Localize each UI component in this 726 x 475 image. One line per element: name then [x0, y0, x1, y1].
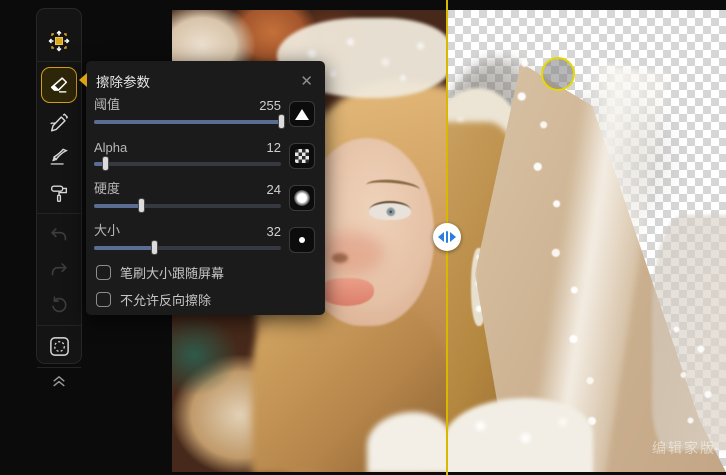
slider-label: 硬度 — [94, 178, 120, 197]
erase-params-panel: 擦除参数 ✕ 阈值 255 Alpha 12 — [86, 61, 325, 315]
compare-divider-handle[interactable] — [433, 223, 461, 251]
app-window: 编辑家版 — [0, 0, 726, 475]
triangle-icon — [289, 101, 315, 127]
slider-track[interactable] — [94, 162, 281, 166]
slider-track[interactable] — [94, 246, 281, 250]
slider-row-threshold: 阈值 255 — [94, 91, 315, 133]
roller-icon — [48, 182, 70, 204]
slider-row-size: 大小 32 — [94, 217, 315, 259]
brush-icon — [48, 147, 70, 169]
close-icon[interactable]: ✕ — [298, 74, 315, 89]
roller-tool-button[interactable] — [41, 177, 77, 208]
chevron-right-icon — [450, 232, 456, 242]
divider-bar-icon — [446, 231, 448, 243]
collapse-toolbar-button[interactable] — [49, 371, 69, 391]
checkbox-brush-size-follow-screen[interactable]: 笔刷大小跟随屏幕 — [94, 259, 315, 286]
slider-row-hardness: 硬度 24 — [94, 175, 315, 217]
chevron-double-up-icon — [49, 376, 69, 391]
slider-track[interactable] — [94, 120, 281, 124]
slider-handle[interactable] — [138, 198, 145, 213]
undo-icon — [48, 224, 70, 246]
subject-lace-shoulder — [447, 398, 593, 472]
brush-tool-button[interactable] — [41, 142, 77, 173]
reset-icon — [48, 294, 70, 316]
slider-handle[interactable] — [278, 114, 285, 129]
checkbox-icon[interactable] — [96, 292, 111, 307]
checkbox-label: 笔刷大小跟随屏幕 — [120, 263, 224, 282]
checkbox-icon[interactable] — [96, 265, 111, 280]
panel-title: 擦除参数 — [96, 71, 150, 91]
undo-button[interactable] — [41, 219, 77, 250]
dot-icon — [289, 227, 315, 253]
move-icon — [47, 29, 71, 53]
subject-cheek — [320, 232, 384, 274]
move-tool-button[interactable] — [41, 25, 77, 56]
slider-label: Alpha — [94, 140, 127, 155]
marquee-tool-button[interactable] — [41, 331, 77, 362]
erased-result-side — [447, 10, 726, 472]
slider-value: 255 — [259, 98, 281, 113]
watermark: 编辑家版 — [652, 438, 716, 458]
toolbar — [36, 8, 82, 364]
redo-icon — [48, 259, 70, 281]
pen-icon — [48, 112, 70, 134]
slider-value: 12 — [267, 140, 281, 155]
slider-value: 24 — [267, 182, 281, 197]
slider-handle[interactable] — [151, 240, 158, 255]
slider-value: 32 — [267, 224, 281, 239]
slider-label: 阈值 — [94, 94, 120, 113]
checkerboard-icon — [289, 143, 315, 169]
eraser-icon — [48, 74, 70, 96]
marquee-icon — [48, 335, 71, 358]
checkbox-disallow-reverse-erase[interactable]: 不允许反向擦除 — [94, 286, 315, 313]
slider-track[interactable] — [94, 204, 281, 208]
brush-cursor — [541, 57, 575, 91]
slider-label: 大小 — [94, 220, 120, 239]
soft-circle-icon — [289, 185, 315, 211]
subject-lips — [320, 278, 374, 306]
panel-pointer-icon — [79, 73, 87, 87]
chevron-left-icon — [438, 232, 444, 242]
slider-row-alpha: Alpha 12 — [94, 133, 315, 175]
subject-nose — [332, 253, 348, 263]
subject-eye — [369, 201, 411, 220]
checkbox-label: 不允许反向擦除 — [120, 290, 211, 309]
slider-handle[interactable] — [102, 156, 109, 171]
pen-tool-button[interactable] — [41, 107, 77, 138]
veil-lace-sparkle — [659, 310, 726, 440]
reset-button[interactable] — [41, 289, 77, 320]
eraser-tool-button[interactable] — [41, 67, 77, 103]
redo-button[interactable] — [41, 254, 77, 285]
